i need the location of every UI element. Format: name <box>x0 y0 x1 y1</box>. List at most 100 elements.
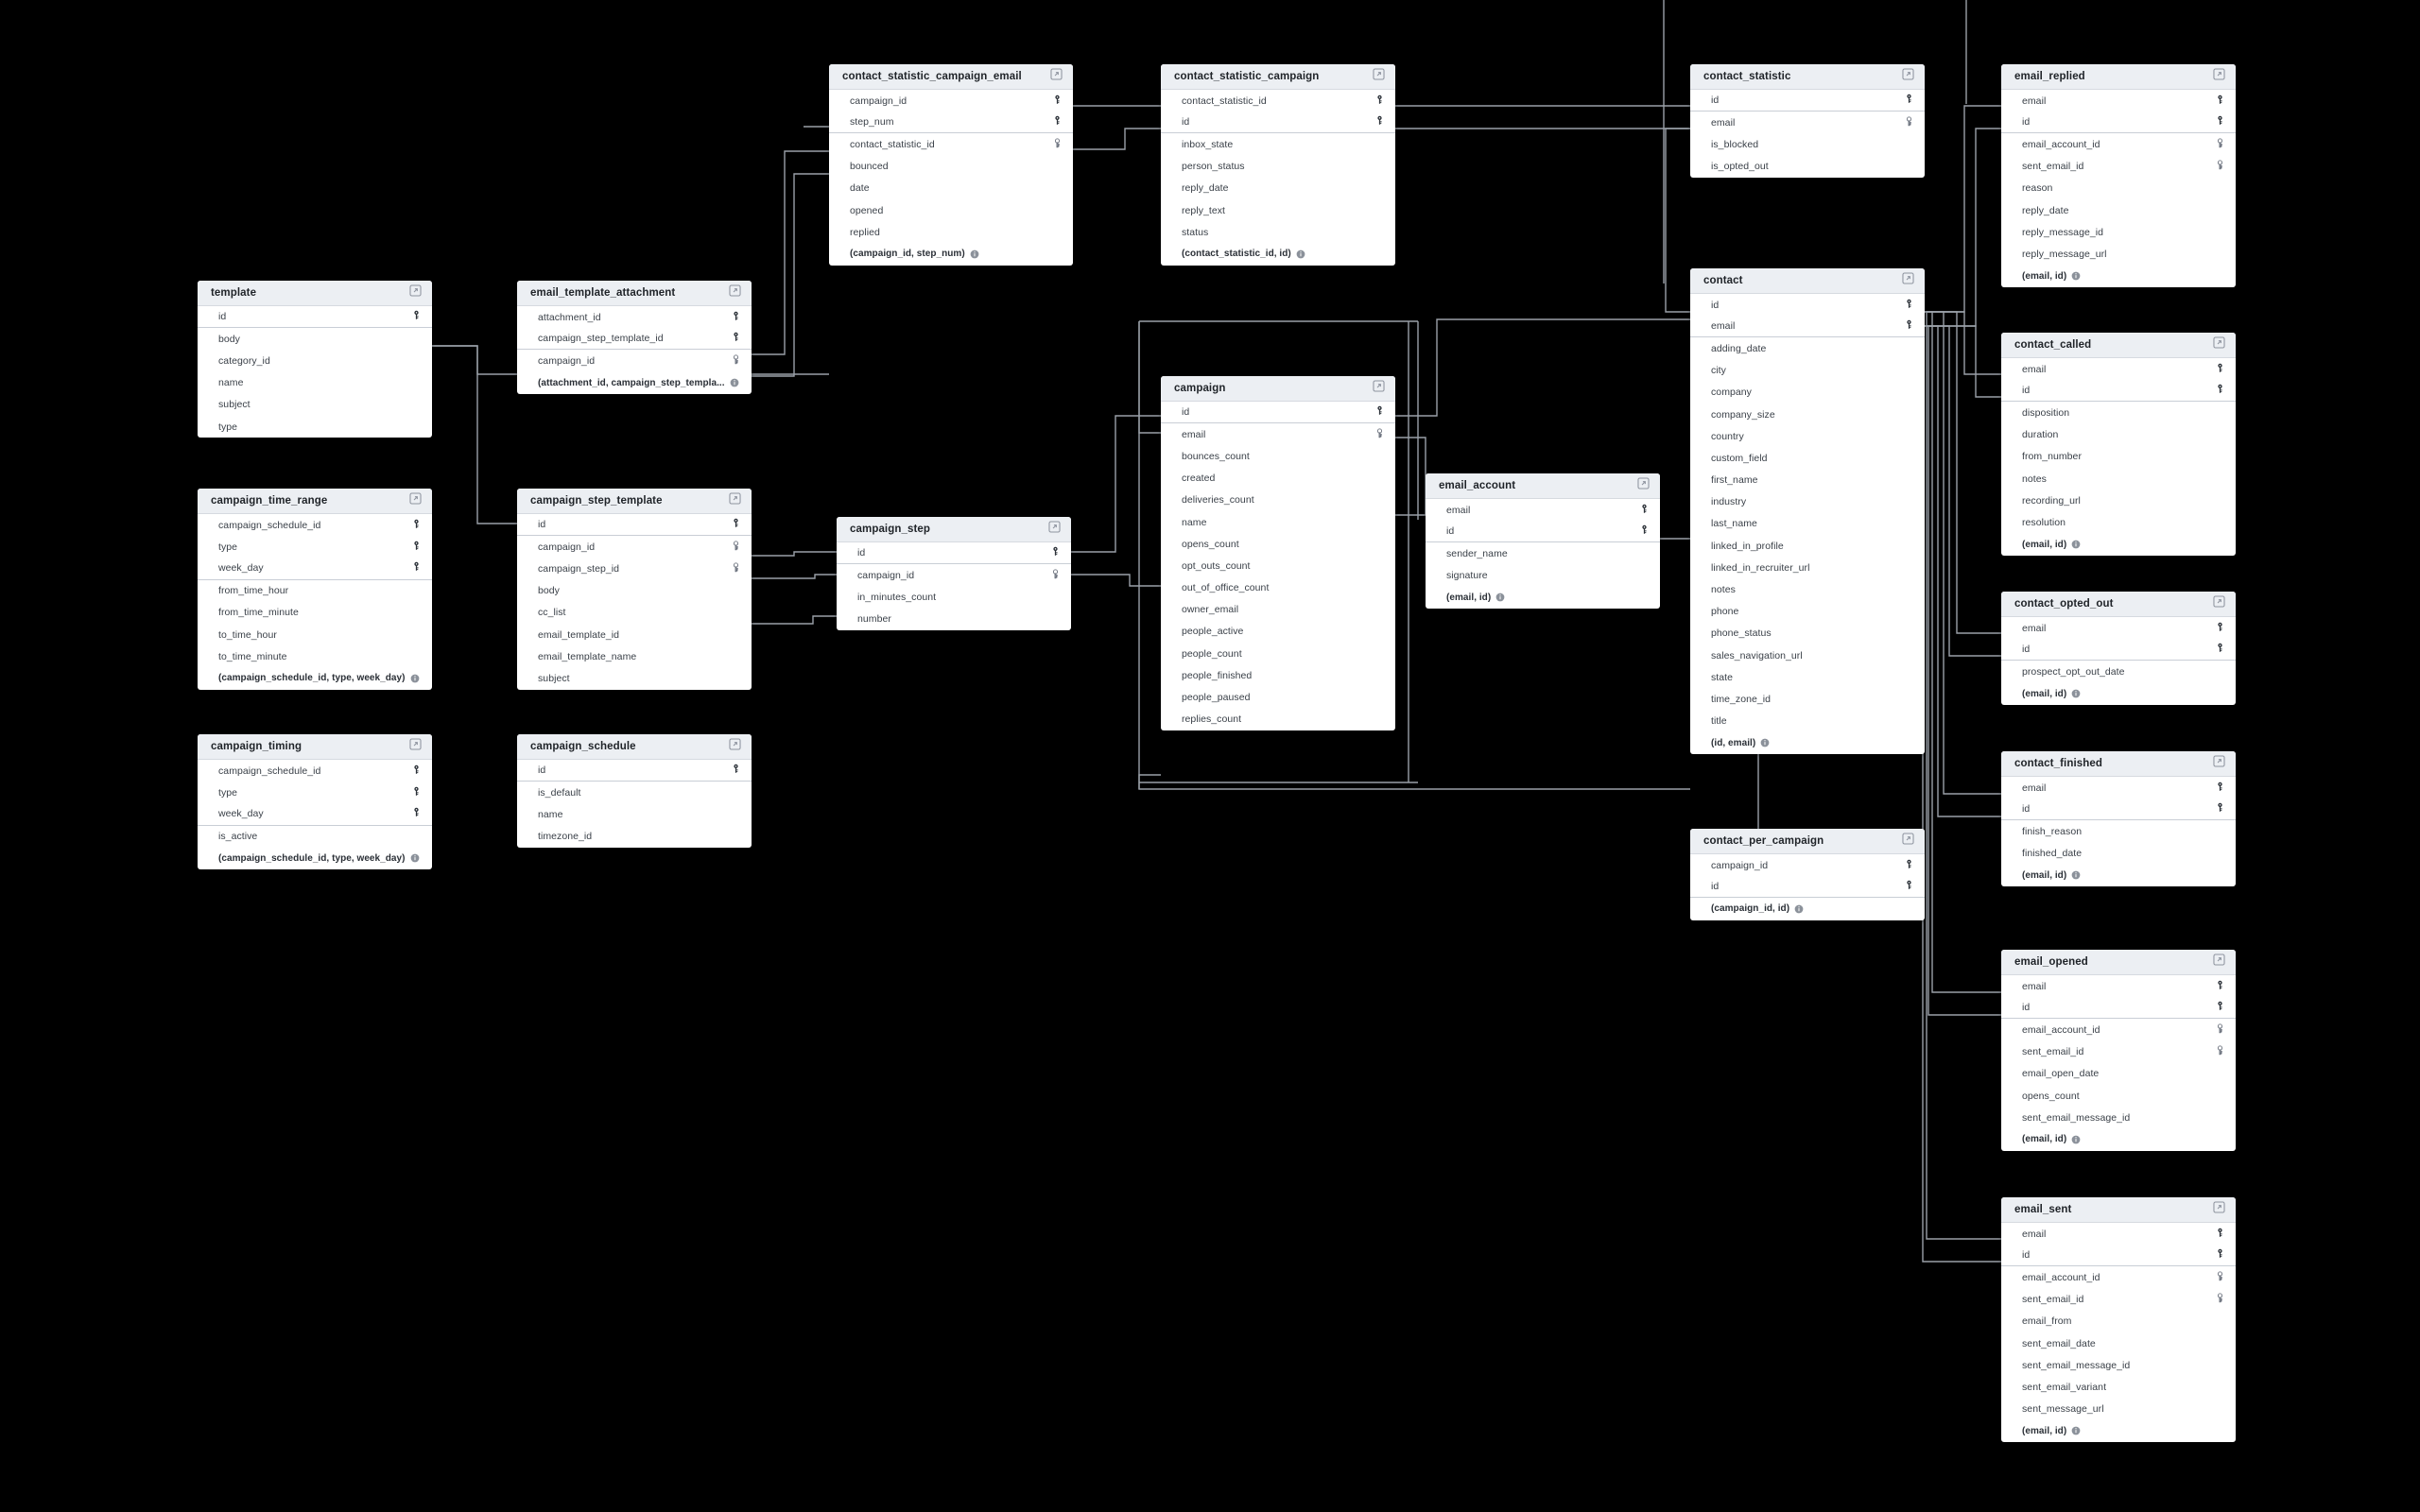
column-row[interactable]: from_time_minute <box>198 602 432 624</box>
table-template[interactable]: template id body category_id name subject type <box>198 281 432 438</box>
column-row[interactable]: is_default <box>517 782 752 803</box>
table-header-template[interactable]: template <box>198 281 432 306</box>
expand-icon[interactable] <box>409 492 422 505</box>
column-row[interactable]: date <box>829 178 1073 199</box>
expand-table-button[interactable] <box>2213 595 2225 612</box>
expand-icon[interactable] <box>2213 954 2225 966</box>
expand-icon[interactable] <box>1373 380 1385 392</box>
column-row[interactable]: sent_email_id <box>2001 156 2236 178</box>
table-email_sent[interactable]: email_sent email id email_account_id sent_em… <box>2001 1197 2236 1442</box>
column-row[interactable]: sent_message_url <box>2001 1399 2236 1420</box>
column-row[interactable]: body <box>517 580 752 602</box>
column-row[interactable]: replies_count <box>1161 709 1395 730</box>
column-row[interactable]: email <box>1161 423 1395 445</box>
column-row[interactable]: replied <box>829 221 1073 243</box>
column-row[interactable]: email_template_id <box>517 624 752 645</box>
column-row[interactable]: id <box>1690 90 1925 112</box>
index-row[interactable]: (id, email) <box>1690 732 1925 754</box>
column-row[interactable]: email_open_date <box>2001 1063 2236 1085</box>
column-row[interactable]: to_time_hour <box>198 624 432 645</box>
table-campaign_schedule[interactable]: campaign_schedule id is_default name timezon… <box>517 734 752 848</box>
column-row[interactable]: id <box>1161 112 1395 134</box>
expand-table-button[interactable] <box>2213 954 2225 971</box>
expand-icon[interactable] <box>729 492 741 505</box>
expand-table-button[interactable] <box>729 738 741 755</box>
column-row[interactable]: to_time_minute <box>198 645 432 667</box>
table-header-campaign_time_range[interactable]: campaign_time_range <box>198 489 432 514</box>
expand-table-button[interactable] <box>409 284 422 301</box>
column-row[interactable]: people_count <box>1161 643 1395 664</box>
column-row[interactable]: id <box>1690 876 1925 899</box>
index-row[interactable]: (email, id) <box>2001 865 2236 886</box>
column-row[interactable]: id <box>1690 294 1925 316</box>
expand-icon[interactable] <box>409 284 422 297</box>
column-row[interactable]: type <box>198 782 432 803</box>
table-header-contact_statistic[interactable]: contact_statistic <box>1690 64 1925 90</box>
table-campaign_step_template[interactable]: campaign_step_template id campaign_id campa… <box>517 489 752 690</box>
column-row[interactable]: sender_name <box>1426 542 1660 564</box>
column-row[interactable]: sent_email_variant <box>2001 1376 2236 1398</box>
expand-icon[interactable] <box>1902 68 1914 80</box>
column-row[interactable]: campaign_step_template_id <box>517 328 752 351</box>
expand-table-button[interactable] <box>409 738 422 755</box>
column-row[interactable]: type <box>198 416 432 438</box>
column-row[interactable]: opens_count <box>1161 533 1395 555</box>
expand-table-button[interactable] <box>729 284 741 301</box>
column-row[interactable]: recording_url <box>2001 490 2236 511</box>
column-row[interactable]: id <box>198 306 432 329</box>
column-row[interactable]: week_day <box>198 558 432 580</box>
expand-table-button[interactable] <box>1050 68 1063 85</box>
table-header-campaign_schedule[interactable]: campaign_schedule <box>517 734 752 760</box>
index-row[interactable]: (campaign_id, id) <box>1690 898 1925 919</box>
column-row[interactable]: id <box>837 542 1071 565</box>
column-row[interactable]: id <box>517 514 752 537</box>
column-row[interactable]: campaign_schedule_id <box>198 760 432 782</box>
expand-table-button[interactable] <box>1637 477 1650 494</box>
expand-table-button[interactable] <box>1048 521 1061 538</box>
column-row[interactable]: first_name <box>1690 470 1925 491</box>
table-header-email_opened[interactable]: email_opened <box>2001 950 2236 975</box>
column-row[interactable]: signature <box>1426 565 1660 587</box>
table-header-contact_statistic_campaign_email[interactable]: contact_statistic_campaign_email <box>829 64 1073 90</box>
expand-icon[interactable] <box>1902 272 1914 284</box>
column-row[interactable]: campaign_step_id <box>517 558 752 579</box>
column-row[interactable]: sent_email_id <box>2001 1289 2236 1311</box>
expand-icon[interactable] <box>2213 68 2225 80</box>
column-row[interactable]: resolution <box>2001 511 2236 533</box>
expand-icon[interactable] <box>409 738 422 750</box>
column-row[interactable]: sent_email_message_id <box>2001 1354 2236 1376</box>
column-row[interactable]: people_paused <box>1161 686 1395 708</box>
expand-table-button[interactable] <box>1373 380 1385 397</box>
column-row[interactable]: title <box>1690 711 1925 732</box>
column-row[interactable]: duration <box>2001 424 2236 446</box>
table-campaign_time_range[interactable]: campaign_time_range campaign_schedule_id t… <box>198 489 432 690</box>
column-row[interactable]: id <box>2001 112 2236 134</box>
expand-table-button[interactable] <box>2213 68 2225 85</box>
expand-table-button[interactable] <box>409 492 422 509</box>
column-row[interactable]: notes <box>2001 468 2236 490</box>
column-row[interactable]: campaign_id <box>517 350 752 371</box>
column-row[interactable]: name <box>517 803 752 825</box>
expand-icon[interactable] <box>729 284 741 297</box>
column-row[interactable]: sent_email_message_id <box>2001 1107 2236 1128</box>
column-row[interactable]: number <box>837 609 1071 630</box>
column-row[interactable]: email <box>1426 499 1660 521</box>
column-row[interactable]: reply_date <box>1161 178 1395 199</box>
table-campaign_step[interactable]: campaign_step id campaign_id in_minutes_cou… <box>837 517 1071 630</box>
expand-icon[interactable] <box>2213 1201 2225 1213</box>
column-row[interactable]: email_account_id <box>2001 1019 2236 1040</box>
column-row[interactable]: status <box>1161 221 1395 243</box>
table-header-contact_per_campaign[interactable]: contact_per_campaign <box>1690 829 1925 854</box>
table-contact_statistic[interactable]: contact_statistic id email is_blocked is_opt… <box>1690 64 1925 178</box>
column-row[interactable]: phone_status <box>1690 623 1925 644</box>
column-row[interactable]: disposition <box>2001 402 2236 423</box>
column-row[interactable]: opens_count <box>2001 1085 2236 1107</box>
expand-icon[interactable] <box>1902 833 1914 845</box>
column-row[interactable]: campaign_id <box>517 536 752 558</box>
table-email_account[interactable]: email_account email id sender_name signature… <box>1426 473 1660 609</box>
table-header-email_account[interactable]: email_account <box>1426 473 1660 499</box>
column-row[interactable]: adding_date <box>1690 337 1925 359</box>
index-row[interactable]: (attachment_id, campaign_step_templa... <box>517 372 752 394</box>
column-row[interactable]: is_opted_out <box>1690 156 1925 178</box>
table-email_opened[interactable]: email_opened email id email_account_id sent_… <box>2001 950 2236 1151</box>
